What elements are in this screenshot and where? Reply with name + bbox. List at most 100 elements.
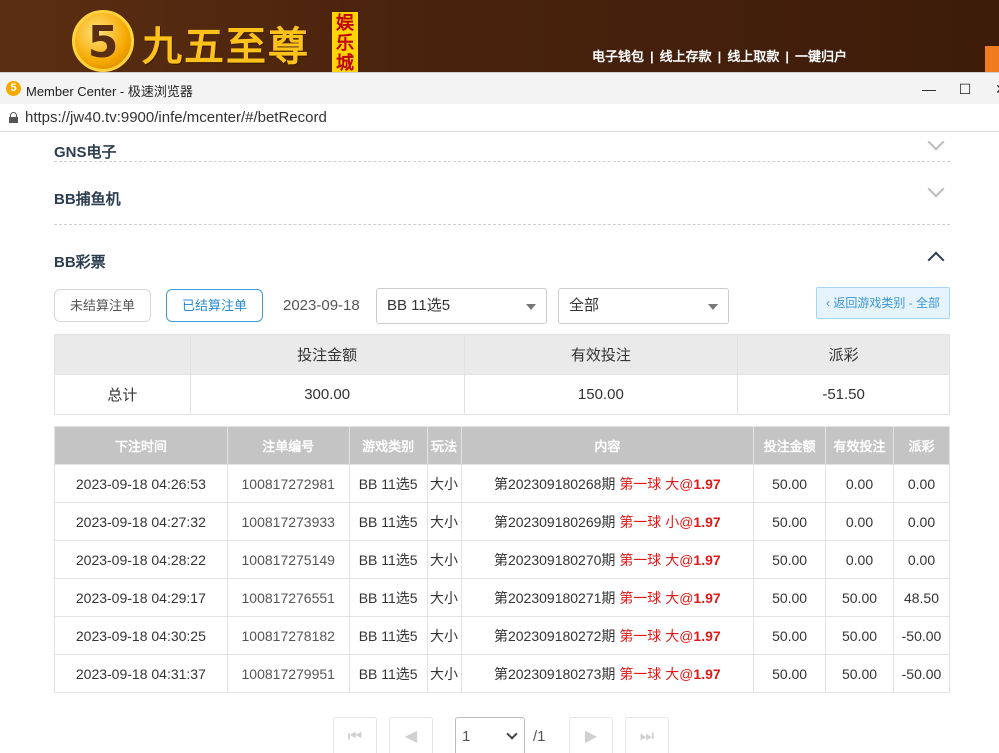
payout: 0.00	[892, 464, 951, 503]
bet-time: 2023-09-18 04:29:17	[54, 578, 228, 617]
bet-period: 第202309180268期	[493, 475, 616, 492]
valid-bet: 0.00	[825, 502, 894, 541]
summary-header-cell: 投注金额	[189, 334, 465, 375]
dropdown-arrow-icon	[708, 304, 718, 310]
play-type: 大小	[426, 654, 462, 693]
table-row: 2023-09-18 04:30:25 100817278182 BB 11选5 大小…	[54, 616, 951, 655]
back-to-categories-button[interactable]: ‹ 返回游戏类别 - 全部	[816, 287, 950, 319]
bet-at: @	[679, 589, 694, 606]
bet-at: @	[679, 627, 694, 644]
type-select-value: 全部	[569, 297, 600, 314]
game-type: BB 11选5	[348, 502, 428, 541]
bet-period: 第202309180273期	[493, 665, 616, 682]
bet-amount: 50.00	[753, 616, 827, 655]
summary-header-cell	[54, 334, 191, 375]
bet-at: @	[679, 665, 694, 682]
chevron-down-icon[interactable]	[927, 133, 945, 151]
payout: 0.00	[892, 502, 951, 541]
order-number[interactable]: 100817276551	[226, 578, 350, 617]
game-type: BB 11选5	[348, 578, 428, 617]
summary-bet-total: 300.00	[189, 374, 465, 415]
section-title: BB捕鱼机	[54, 191, 121, 208]
summary-valid-total: 150.00	[463, 374, 739, 415]
payout: 0.00	[892, 540, 951, 579]
bet-amount: 50.00	[753, 540, 827, 579]
settled-bets-button[interactable]: 已结算注单	[166, 289, 263, 322]
game-type: BB 11选5	[348, 654, 428, 693]
summary-header-cell: 派彩	[737, 334, 950, 375]
bet-records-table: 下注时间 注单编号 游戏类别 玩法 内容 投注金额 有效投注 派彩 2023-0…	[54, 426, 951, 693]
bet-content: 第202309180272期 第一球 大@1.97	[460, 616, 755, 655]
bet-at: @	[679, 513, 694, 530]
column-header: 游戏类别	[348, 426, 428, 465]
logo-glyph: 5	[87, 17, 119, 68]
bet-record-content: GNS电子 BB捕鱼机 BB彩票 未结算注单 已结算注单 2023-09-18 …	[0, 132, 999, 753]
logo-icon: 5	[72, 10, 134, 72]
play-type: 大小	[426, 502, 462, 541]
address-bar[interactable]: https://jw40.tv:9900/infe/mcenter/#/betR…	[0, 104, 999, 132]
chevron-up-icon[interactable]	[927, 251, 945, 269]
prev-page-button[interactable]: ◀	[389, 717, 433, 753]
bet-pick: 第一球 大	[619, 627, 680, 644]
site-header: 5 九五至尊 娱乐城 电子钱包 | 线上存款 | 线上取款 | 一键归户	[0, 0, 999, 72]
header-nav: 电子钱包 | 线上存款 | 线上取款 | 一键归户	[592, 46, 847, 65]
section-gns[interactable]: GNS电子	[54, 132, 950, 162]
table-row: 2023-09-18 04:26:53 100817272981 BB 11选5 大小…	[54, 464, 951, 503]
section-bb-fishing[interactable]: BB捕鱼机	[54, 163, 950, 225]
nav-separator: |	[717, 49, 722, 64]
bet-time: 2023-09-18 04:28:22	[54, 540, 228, 579]
bet-odds: 1.97	[693, 627, 721, 644]
nav-separator: |	[650, 49, 654, 64]
bet-odds: 1.97	[693, 551, 721, 568]
valid-bet: 0.00	[825, 464, 894, 503]
game-select-value: BB 11选5	[387, 297, 451, 314]
column-header: 下注时间	[54, 426, 228, 465]
page-select[interactable]: 1	[455, 717, 525, 753]
order-number[interactable]: 100817275149	[226, 540, 350, 579]
table-row: 2023-09-18 04:29:17 100817276551 BB 11选5 大小…	[54, 578, 951, 617]
bet-amount: 50.00	[753, 578, 827, 617]
section-title: GNS电子	[54, 144, 117, 161]
logo-text: 九五至尊	[142, 23, 310, 70]
bet-pick: 第一球 大	[619, 589, 680, 606]
game-select[interactable]: BB 11选5	[376, 288, 547, 324]
bet-at: @	[679, 475, 694, 492]
logo-tag: 娱乐城	[332, 12, 358, 72]
first-page-button[interactable]: ⏮	[333, 717, 377, 753]
summary-header-row: 投注金额 有效投注 派彩	[54, 334, 950, 375]
chevron-down-icon[interactable]	[927, 180, 945, 198]
order-number[interactable]: 100817279951	[226, 654, 350, 693]
nav-wallet[interactable]: 电子钱包	[592, 49, 644, 64]
bet-content: 第202309180271期 第一球 大@1.97	[460, 578, 755, 617]
column-header: 有效投注	[825, 426, 894, 465]
unsettled-bets-button[interactable]: 未结算注单	[54, 289, 151, 322]
last-page-button[interactable]: ⏭	[625, 717, 669, 753]
play-type: 大小	[426, 616, 462, 655]
valid-bet: 50.00	[825, 616, 894, 655]
chevron-down-icon	[506, 728, 518, 740]
maximize-button[interactable]: ☐	[950, 77, 980, 101]
url-text[interactable]: https://jw40.tv:9900/infe/mcenter/#/betR…	[25, 109, 327, 126]
order-number[interactable]: 100817278182	[226, 616, 350, 655]
game-type: BB 11选5	[348, 464, 428, 503]
dropdown-arrow-icon	[526, 304, 536, 310]
bet-period: 第202309180271期	[493, 589, 616, 606]
bet-period: 第202309180270期	[493, 551, 616, 568]
type-select[interactable]: 全部	[558, 288, 729, 324]
date-filter[interactable]: 2023-09-18	[283, 297, 360, 314]
close-button[interactable]: ✕	[986, 77, 999, 101]
section-bb-lottery[interactable]: BB彩票	[54, 226, 950, 288]
bet-content: 第202309180268期 第一球 大@1.97	[460, 464, 755, 503]
table-row: 2023-09-18 04:27:32 100817273933 BB 11选5 大小…	[54, 502, 951, 541]
minimize-button[interactable]: —	[914, 77, 944, 101]
nav-deposit[interactable]: 线上存款	[660, 49, 712, 64]
nav-consolidate[interactable]: 一键归户	[795, 49, 847, 64]
summary-row-label: 总计	[54, 374, 191, 415]
order-number[interactable]: 100817273933	[226, 502, 350, 541]
order-number[interactable]: 100817272981	[226, 464, 350, 503]
next-page-button[interactable]: ▶	[569, 717, 613, 753]
bet-content: 第202309180273期 第一球 大@1.97	[460, 654, 755, 693]
bet-odds: 1.97	[693, 665, 721, 682]
nav-withdraw[interactable]: 线上取款	[727, 49, 779, 64]
game-type: BB 11选5	[348, 616, 428, 655]
